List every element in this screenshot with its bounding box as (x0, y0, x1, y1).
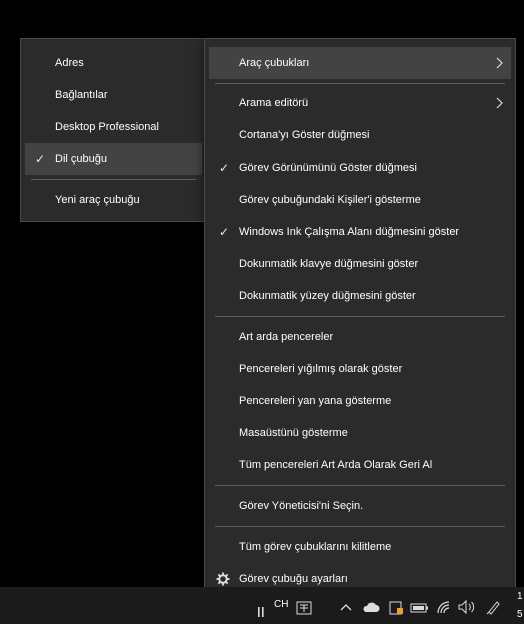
submenu-item-desktop-professional[interactable]: Desktop Professional (25, 111, 202, 143)
menu-item-show-touchpad[interactable]: Dokunmatik yüzey düğmesini göster (209, 280, 511, 312)
menu-separator (215, 485, 505, 486)
menu-item-label: Cortana'yı Göster düğmesi (239, 129, 370, 141)
menu-item-label: Tüm görev çubuklarını kilitleme (239, 541, 392, 553)
volume-icon[interactable] (458, 600, 476, 614)
menu-item-label: Dokunmatik klavye düğmesini göster (239, 258, 419, 270)
submenu-item-baglantilar[interactable]: Bağlantılar (25, 79, 202, 111)
menu-item-show-cortana[interactable]: Cortana'yı Göster düğmesi (209, 119, 511, 151)
menu-item-cascade-windows[interactable]: Art arda pencereler (209, 321, 511, 353)
submenu-item-yeni-arac-cubugu[interactable]: Yeni araç çubuğu (25, 184, 202, 216)
menu-item-label: Pencereleri yan yana gösterme (239, 395, 392, 407)
submenu-item-dil-cubugu[interactable]: ✓ Dil çubuğu (25, 143, 202, 175)
menu-item-task-manager[interactable]: Görev Yöneticisi'ni Seçin. (209, 490, 511, 522)
menu-item-show-task-view[interactable]: ✓ Görev Görünümünü Göster düğmesi (209, 152, 511, 184)
menu-item-lock-taskbars[interactable]: Tüm görev çubuklarını kilitleme (209, 531, 511, 563)
clock-date[interactable]: 5 (517, 609, 523, 620)
battery-icon[interactable] (410, 602, 430, 614)
taskbar: CH 1 5 (0, 587, 524, 624)
checkmark-icon: ✓ (218, 225, 230, 239)
ime-icon[interactable] (296, 601, 312, 615)
chevron-right-icon (496, 57, 503, 69)
chevron-up-icon[interactable] (340, 603, 352, 611)
menu-item-label: Art arda pencereler (239, 331, 334, 343)
chevron-right-icon (496, 97, 503, 109)
menu-item-side-by-side-windows[interactable]: Pencereleri yan yana gösterme (209, 385, 511, 417)
checkmark-icon: ✓ (34, 152, 46, 166)
submenu-item-label: Adres (55, 57, 84, 69)
menu-item-label: Araç çubukları (239, 57, 310, 69)
menu-item-toolbars[interactable]: Araç çubukları (209, 47, 511, 79)
menu-item-label: Masaüstünü gösterme (239, 427, 348, 439)
security-icon[interactable] (388, 600, 404, 616)
menu-item-search-editor[interactable]: Arama editörü (209, 87, 511, 119)
cloud-icon[interactable] (362, 601, 380, 613)
menu-item-label: Arama editörü (239, 97, 309, 109)
pause-icon[interactable] (258, 607, 264, 617)
submenu-item-label: Desktop Professional (55, 121, 159, 133)
menu-item-label: Görev Görünümünü Göster düğmesi (239, 162, 417, 174)
menu-item-label: Görev çubuğundaki Kişiler'i gösterme (239, 194, 421, 206)
submenu-separator (31, 179, 196, 180)
submenu-item-adres[interactable]: Adres (25, 47, 202, 79)
language-indicator[interactable]: CH (274, 599, 288, 610)
submenu-item-label: Dil çubuğu (55, 153, 107, 165)
pen-icon[interactable] (486, 599, 502, 615)
menu-item-show-people[interactable]: Görev çubuğundaki Kişiler'i gösterme (209, 184, 511, 216)
menu-separator (215, 316, 505, 317)
submenu-item-label: Bağlantılar (55, 89, 108, 101)
menu-item-stacked-windows[interactable]: Pencereleri yığılmış olarak göster (209, 353, 511, 385)
menu-item-label: Görev Yöneticisi'ni Seçin. (239, 500, 364, 512)
toolbars-submenu: Adres Bağlantılar Desktop Professional ✓… (20, 38, 207, 222)
submenu-item-label: Yeni araç çubuğu (55, 194, 140, 206)
menu-item-label: Tüm pencereleri Art Arda Olarak Geri Al (239, 459, 433, 471)
checkmark-icon: ✓ (218, 161, 230, 175)
menu-item-undo-cascade[interactable]: Tüm pencereleri Art Arda Olarak Geri Al (209, 449, 511, 481)
menu-item-show-desktop[interactable]: Masaüstünü gösterme (209, 417, 511, 449)
menu-item-label: Windows Ink Çalışma Alanı düğmesini göst… (239, 226, 460, 238)
menu-item-label: Dokunmatik yüzey düğmesini göster (239, 290, 416, 302)
clock-time[interactable]: 1 (517, 591, 523, 602)
taskbar-context-menu: Araç çubukları Arama editörü Cortana'yı … (204, 38, 516, 603)
menu-separator (215, 83, 505, 84)
gear-icon (216, 572, 230, 586)
menu-item-show-ink-workspace[interactable]: ✓ Windows Ink Çalışma Alanı düğmesini gö… (209, 216, 511, 248)
wifi-icon[interactable] (436, 600, 452, 614)
menu-item-label: Pencereleri yığılmış olarak göster (239, 363, 403, 375)
menu-separator (215, 526, 505, 527)
menu-item-show-touch-keyboard[interactable]: Dokunmatik klavye düğmesini göster (209, 248, 511, 280)
